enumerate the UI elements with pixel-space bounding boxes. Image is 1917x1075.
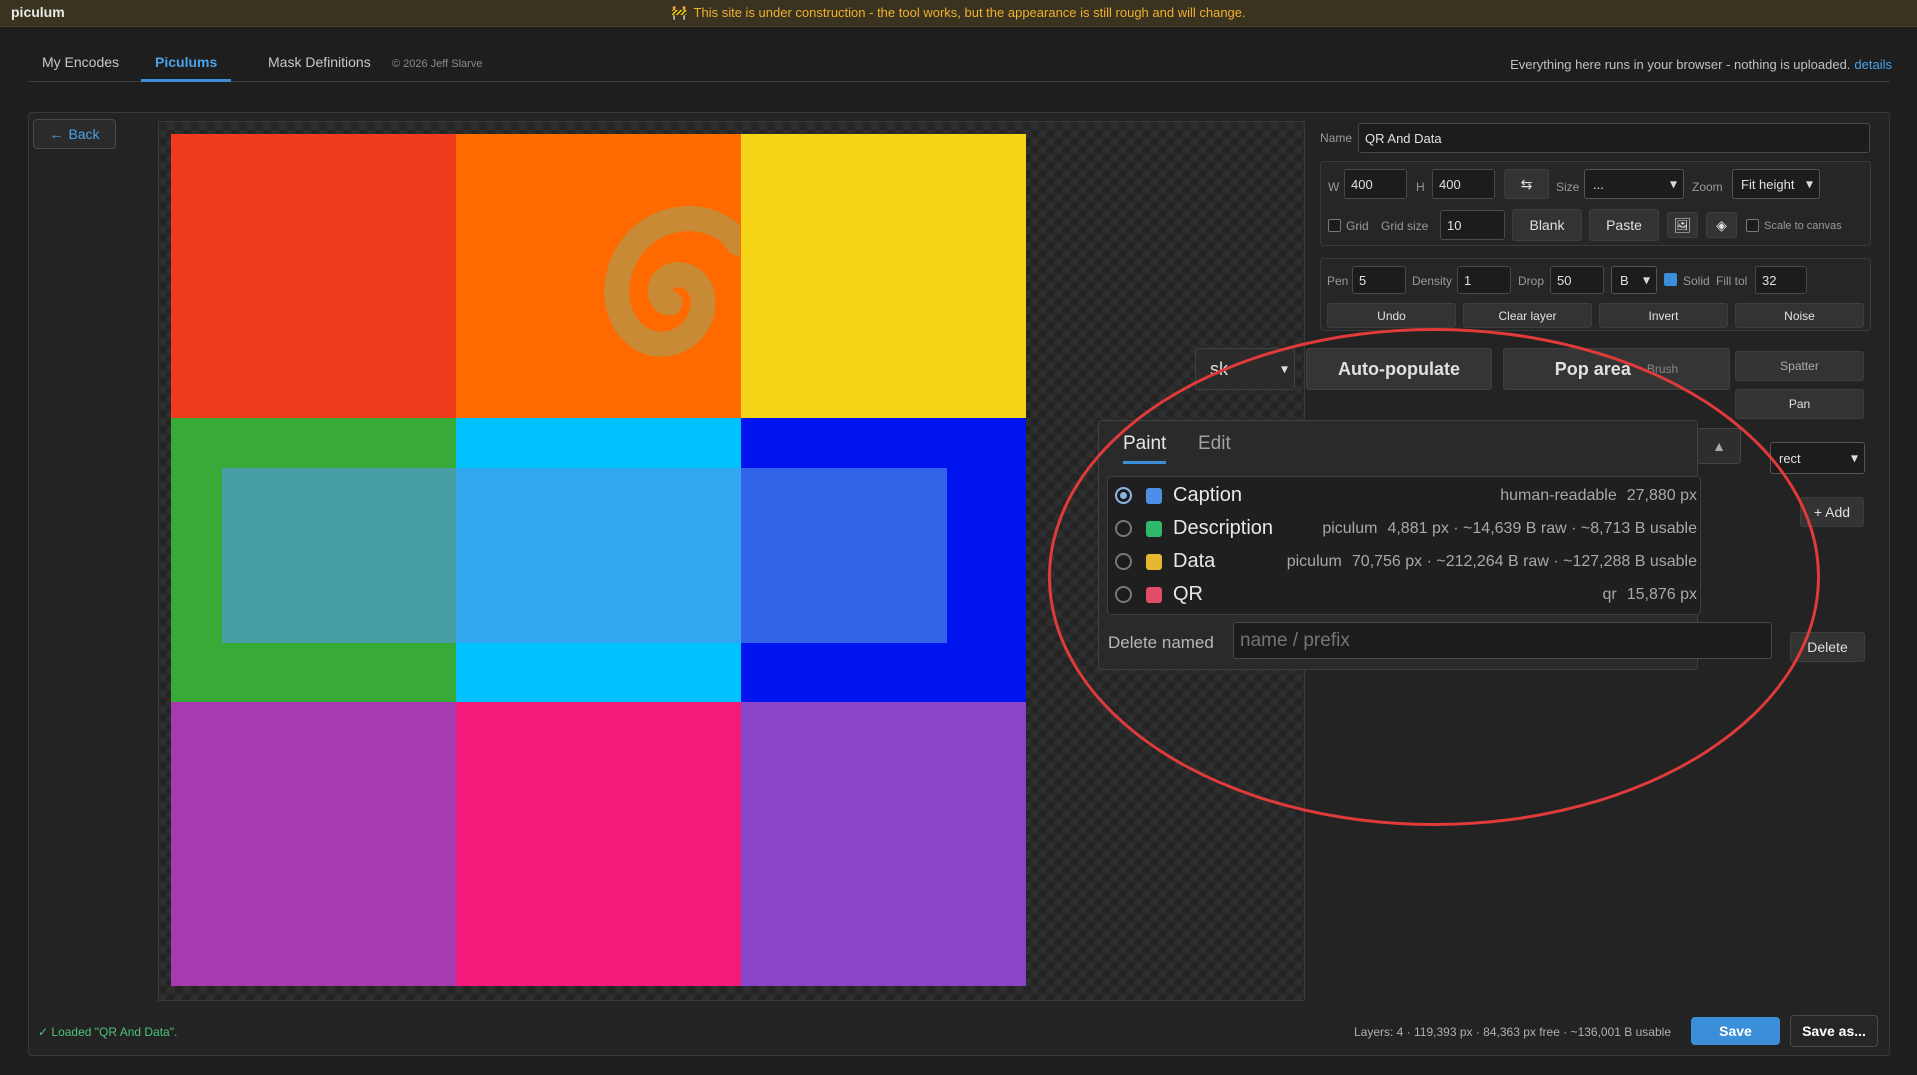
name-input[interactable]: QR And Data: [1358, 123, 1870, 153]
scale-to-canvas-label: Scale to canvas: [1764, 220, 1842, 232]
spiral-graphic: [604, 206, 740, 357]
layer-color-swatch: [1146, 554, 1162, 570]
density-label: Density: [1412, 274, 1453, 288]
spiral-path: [604, 206, 740, 357]
arrow-left-icon: ←: [49, 126, 64, 142]
tab-my-encodes[interactable]: My Encodes: [28, 54, 133, 82]
scale-to-canvas-checkbox[interactable]: [1746, 219, 1759, 232]
list-item[interactable]: Caption human-readable 27,880 px: [1108, 479, 1702, 512]
grid-size-label: Grid size: [1381, 219, 1429, 233]
fill-tol-label: Fill tol: [1716, 274, 1748, 288]
zoom-label: Zoom: [1692, 180, 1723, 194]
pen-input[interactable]: 5: [1352, 266, 1406, 294]
size-label: Size: [1556, 180, 1580, 194]
layers-icon: ◈: [1716, 216, 1727, 233]
copyright: © 2026 Jeff Slarve: [392, 58, 483, 70]
delete-named-button[interactable]: Delete: [1790, 632, 1865, 662]
layer-color-swatch: [1146, 521, 1162, 537]
image-icon: 🖼: [1673, 216, 1692, 233]
image-button[interactable]: 🖼: [1667, 212, 1698, 238]
grid-label: Grid: [1346, 219, 1369, 233]
collapse-button[interactable]: ▲: [1697, 428, 1741, 464]
fill-tol-input[interactable]: 32: [1755, 266, 1807, 294]
channel-select[interactable]: B: [1611, 266, 1657, 294]
back-button[interactable]: ← Back: [33, 119, 116, 149]
invert-button[interactable]: Invert: [1599, 303, 1728, 328]
list-item[interactable]: QR qr 15,876 px: [1108, 578, 1702, 611]
paste-button[interactable]: Paste: [1589, 209, 1659, 241]
layer-radio[interactable]: [1115, 586, 1132, 603]
height-input[interactable]: 400: [1432, 169, 1495, 199]
h-label: H: [1416, 180, 1425, 194]
noise-button[interactable]: Noise: [1735, 303, 1864, 328]
construction-banner: 🚧 This site is under construction - the t…: [671, 5, 1246, 20]
size-select[interactable]: ...: [1584, 169, 1684, 199]
image-cell: [456, 702, 741, 986]
delete-named-input[interactable]: [1233, 622, 1772, 659]
delete-named-label: Delete named: [1108, 633, 1214, 652]
top-bar: piculum 🚧 This site is under construction…: [0, 0, 1917, 27]
brush-tool-label[interactable]: Brush: [1647, 362, 1678, 376]
details-link[interactable]: details: [1854, 57, 1892, 72]
layers-summary: Layers: 4 · 119,393 px · 84,363 px free …: [1354, 1025, 1671, 1039]
clear-layer-button[interactable]: Clear layer: [1463, 303, 1592, 328]
drop-label: Drop: [1518, 274, 1545, 288]
width-input[interactable]: 400: [1344, 169, 1407, 199]
shape-select[interactable]: rect: [1770, 442, 1865, 474]
zoom-select[interactable]: Fit height: [1732, 169, 1820, 199]
caret-up-icon: ▲: [1712, 438, 1726, 454]
tab-paint[interactable]: Paint: [1123, 433, 1167, 464]
w-label: W: [1328, 180, 1340, 194]
solid-label: Solid: [1683, 274, 1710, 288]
layer-radio[interactable]: [1115, 553, 1132, 570]
layers-button[interactable]: ◈: [1706, 212, 1737, 238]
layer-color-swatch: [1146, 587, 1162, 603]
name-label: Name: [1320, 131, 1353, 145]
spatter-button[interactable]: Spatter: [1735, 351, 1864, 381]
tab-piculums[interactable]: Piculums: [141, 54, 232, 82]
pen-label: Pen: [1327, 274, 1349, 288]
construction-icon: 🚧: [671, 5, 688, 20]
caption-layer-overlay: [222, 468, 947, 643]
drop-input[interactable]: 50: [1550, 266, 1604, 294]
add-layer-button[interactable]: + Add: [1800, 497, 1864, 527]
list-item[interactable]: Description piculum 4,881 px · ~14,639 B …: [1108, 512, 1702, 545]
layer-radio[interactable]: [1115, 487, 1132, 504]
list-item[interactable]: Data piculum 70,756 px · ~212,264 B raw ·…: [1108, 545, 1702, 578]
undo-button[interactable]: Undo: [1327, 303, 1456, 328]
pop-area-button[interactable]: Pop area Brush: [1503, 348, 1730, 390]
grid-size-input[interactable]: 10: [1440, 210, 1505, 240]
save-button[interactable]: Save: [1691, 1017, 1780, 1045]
layer-color-swatch: [1146, 488, 1162, 504]
layer-list: Caption human-readable 27,880 px Descript…: [1107, 476, 1701, 615]
mask-select[interactable]: sk: [1195, 348, 1295, 390]
save-as-button[interactable]: Save as...: [1790, 1015, 1878, 1047]
grid-checkbox[interactable]: [1328, 219, 1341, 232]
tab-edit[interactable]: Edit: [1198, 433, 1231, 455]
pan-button[interactable]: Pan: [1735, 389, 1864, 419]
image-cell: [741, 702, 1026, 986]
image-cell: [171, 134, 456, 418]
swap-dimensions-button[interactable]: ⇆: [1504, 169, 1549, 199]
auto-populate-button[interactable]: Auto-populate: [1306, 348, 1492, 390]
blank-button[interactable]: Blank: [1512, 209, 1582, 241]
status-message: ✓ Loaded "QR And Data".: [38, 1025, 178, 1039]
solid-checkbox[interactable]: [1664, 273, 1677, 286]
privacy-note: Everything here runs in your browser - n…: [1510, 57, 1892, 72]
density-input[interactable]: 1: [1457, 266, 1511, 294]
layer-radio[interactable]: [1115, 520, 1132, 537]
image-cell: [171, 702, 456, 986]
swap-icon: ⇆: [1520, 175, 1533, 192]
tab-mask-definitions[interactable]: Mask Definitions: [254, 54, 385, 82]
image-cell: [741, 134, 1026, 418]
